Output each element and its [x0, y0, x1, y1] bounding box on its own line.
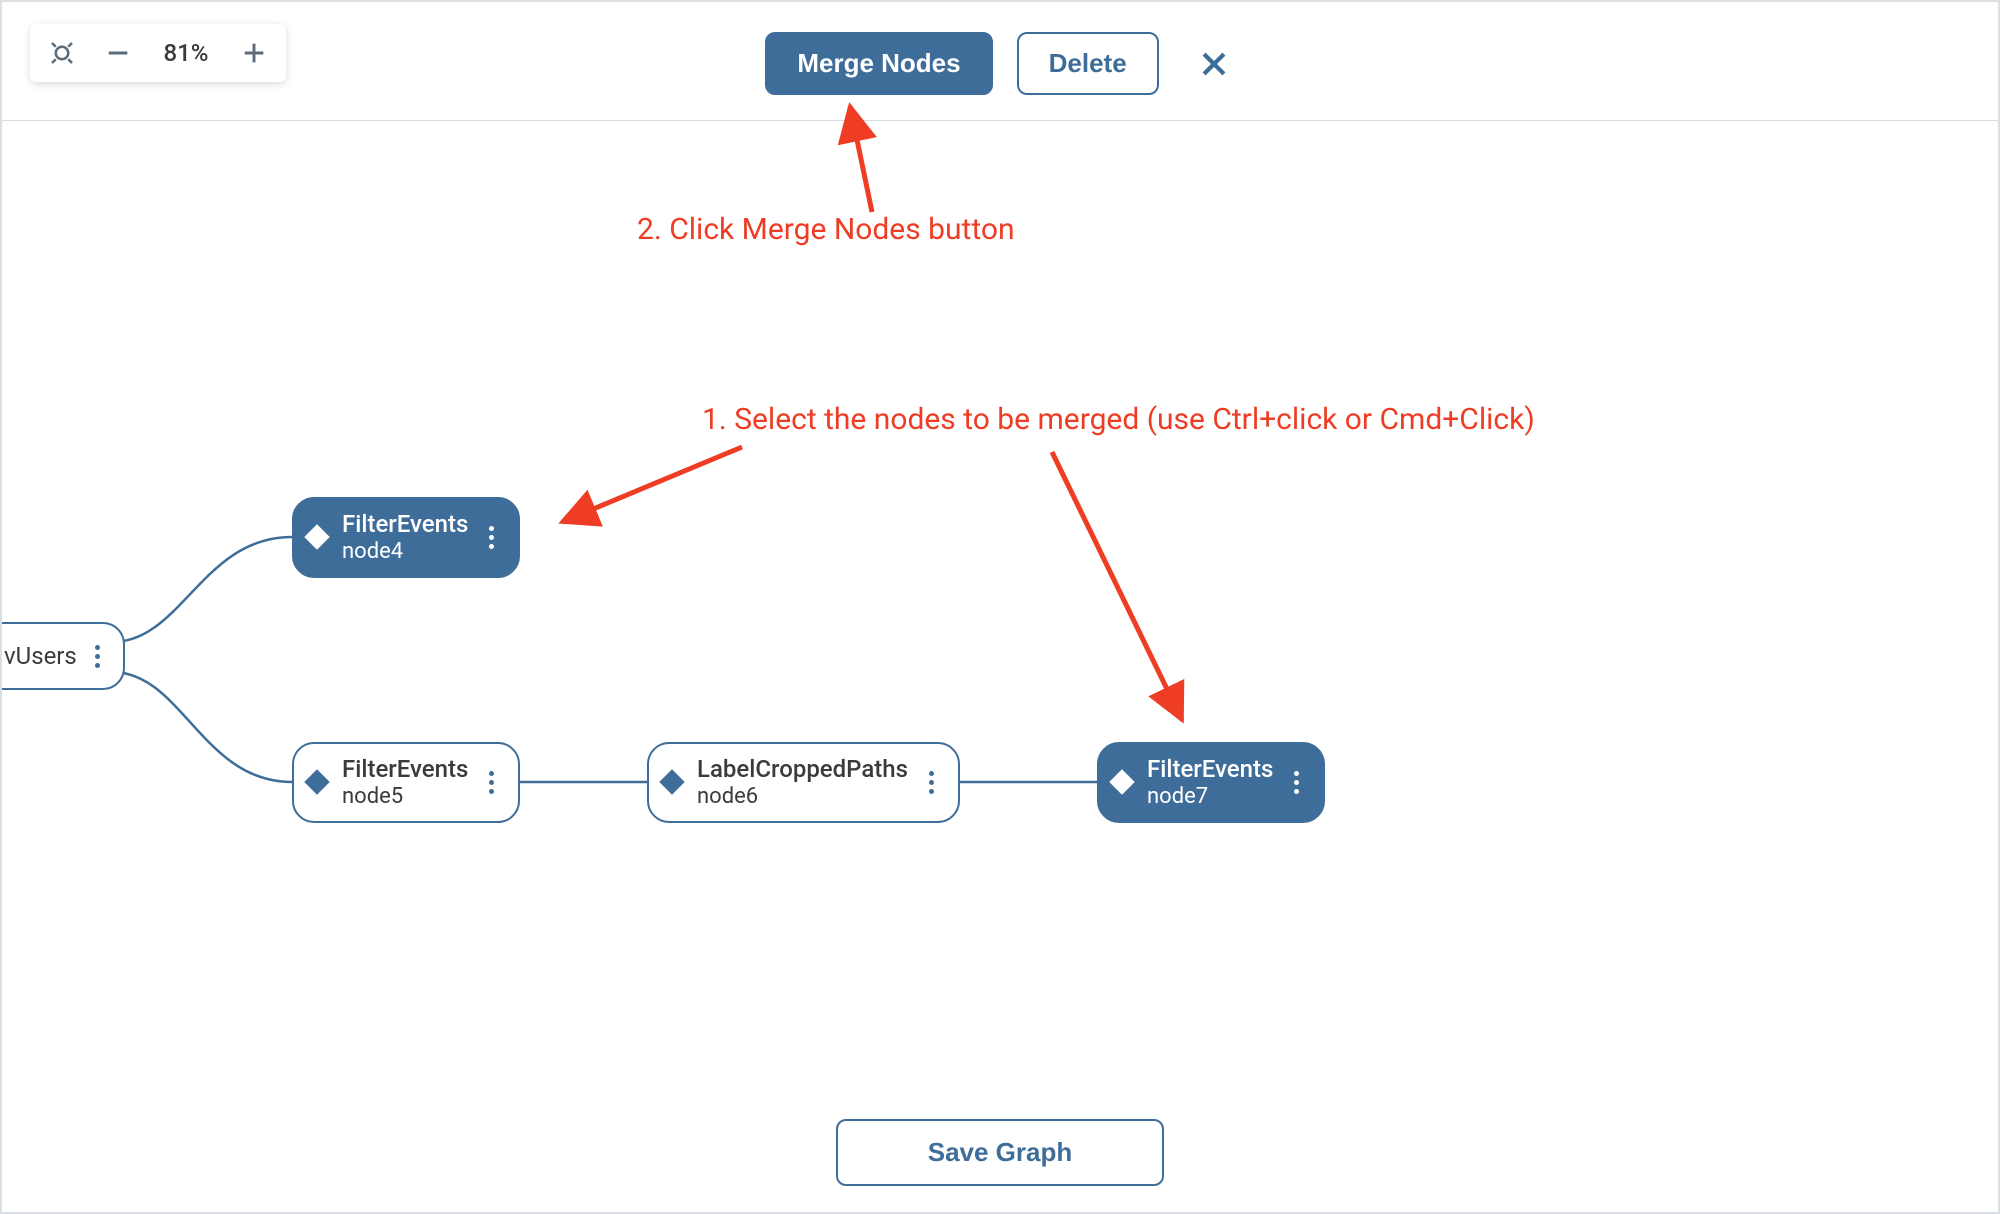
diamond-icon — [1109, 770, 1134, 795]
node-type-label: LabelCroppedPaths — [697, 756, 908, 784]
node-type-label: FilterEvents — [342, 511, 468, 539]
selection-action-bar: Merge Nodes Delete — [2, 32, 1998, 95]
footer: Save Graph — [2, 1119, 1998, 1186]
close-icon[interactable] — [1193, 43, 1235, 85]
node-menu-icon[interactable] — [87, 645, 109, 668]
graph-node-node6[interactable]: LabelCroppedPaths node6 — [647, 742, 960, 823]
diamond-icon — [304, 525, 329, 550]
node-id-label: node7 — [1147, 784, 1273, 809]
graph-node-node4[interactable]: FilterEvents node4 — [292, 497, 520, 578]
node-menu-icon[interactable] — [480, 526, 502, 549]
save-graph-button[interactable]: Save Graph — [836, 1119, 1165, 1186]
graph-edges — [2, 2, 1998, 1212]
node-menu-icon[interactable] — [480, 771, 502, 794]
node-menu-icon[interactable] — [920, 771, 942, 794]
graph-node-root[interactable]: vUsers — [2, 622, 125, 690]
node-menu-icon[interactable] — [1285, 771, 1307, 794]
node-id-label: node4 — [342, 539, 468, 564]
annotation-step2: 2. Click Merge Nodes button — [637, 212, 1015, 247]
diamond-icon — [659, 770, 684, 795]
zoom-out-button[interactable] — [100, 35, 136, 71]
fit-view-icon[interactable] — [44, 35, 80, 71]
annotation-step1: 1. Select the nodes to be merged (use Ct… — [702, 402, 1535, 437]
delete-button[interactable]: Delete — [1017, 32, 1159, 95]
node-id-label: node6 — [697, 784, 908, 809]
graph-editor-viewport: 81% Merge Nodes Delete — [0, 0, 2000, 1214]
zoom-toolbar: 81% — [30, 24, 286, 82]
node-id-label: node5 — [342, 784, 468, 809]
merge-nodes-button[interactable]: Merge Nodes — [765, 32, 992, 95]
diamond-icon — [304, 770, 329, 795]
graph-node-node7[interactable]: FilterEvents node7 — [1097, 742, 1325, 823]
node-type-label: FilterEvents — [1147, 756, 1273, 784]
toolbar-divider — [2, 120, 1998, 121]
zoom-level-label: 81% — [156, 39, 216, 67]
node-type-label: FilterEvents — [342, 756, 468, 784]
graph-node-node5[interactable]: FilterEvents node5 — [292, 742, 520, 823]
zoom-in-button[interactable] — [236, 35, 272, 71]
node-title: vUsers — [4, 642, 77, 670]
